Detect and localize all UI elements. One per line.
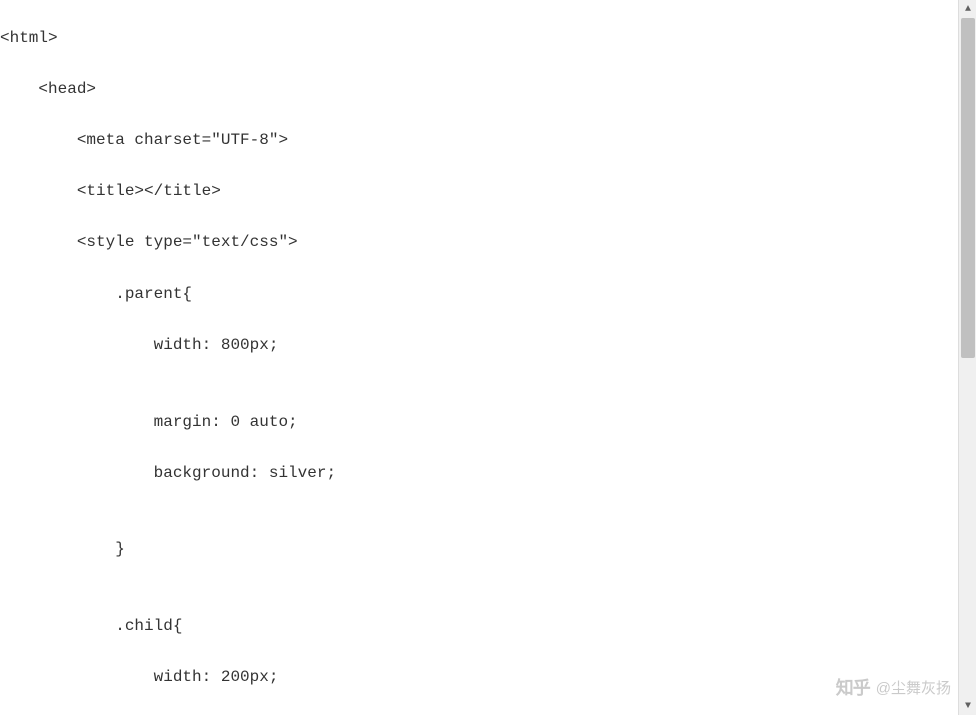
code-line: .parent{: [0, 282, 948, 308]
scrollbar-down-arrow-icon[interactable]: ▼: [959, 697, 976, 715]
code-line: <html>: [0, 26, 948, 52]
code-line: <meta charset="UTF-8">: [0, 128, 948, 154]
vertical-scrollbar[interactable]: ▲ ▼: [958, 0, 976, 715]
code-line: background: silver;: [0, 461, 948, 487]
code-line: width: 200px;: [0, 665, 948, 691]
code-line: .child{: [0, 614, 948, 640]
code-line: margin: 0 auto;: [0, 410, 948, 436]
code-line: }: [0, 537, 948, 563]
code-line: width: 800px;: [0, 333, 948, 359]
code-line: <head>: [0, 77, 948, 103]
scrollbar-up-arrow-icon[interactable]: ▲: [959, 0, 976, 18]
code-line: <title></title>: [0, 179, 948, 205]
code-viewer: <html> <head> <meta charset="UTF-8"> <ti…: [0, 0, 948, 715]
scrollbar-thumb[interactable]: [961, 18, 975, 358]
code-line: <style type="text/css">: [0, 230, 948, 256]
